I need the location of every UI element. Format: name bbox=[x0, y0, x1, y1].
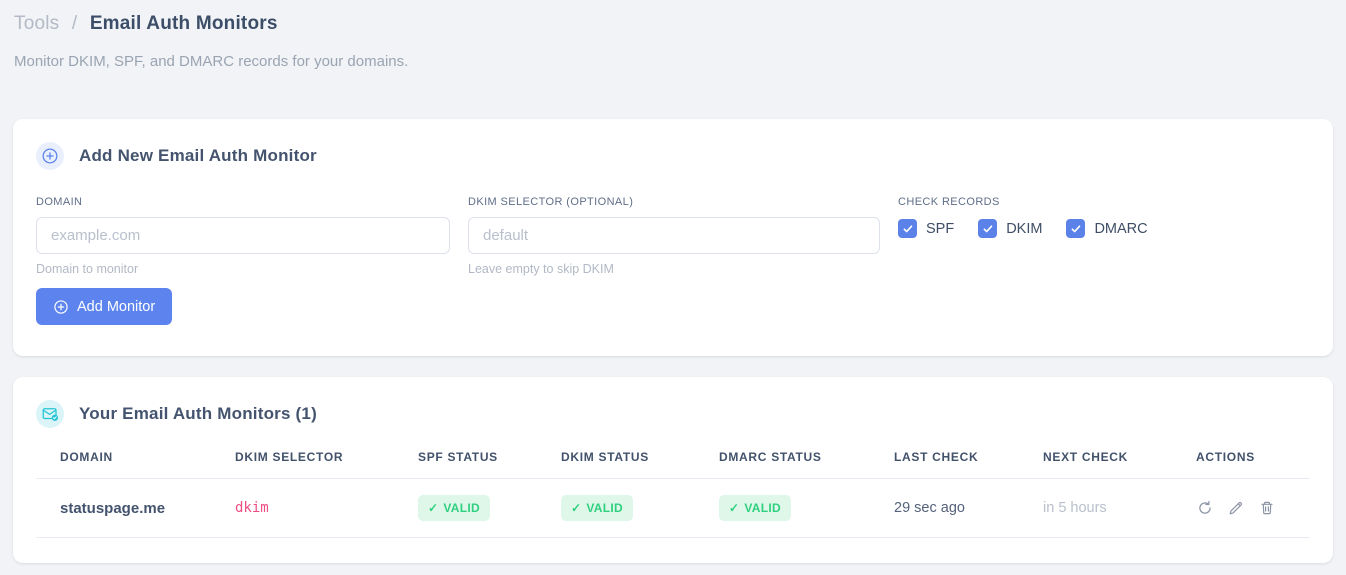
checkbox-dkim-label: DKIM bbox=[1006, 220, 1043, 237]
breadcrumb-separator: / bbox=[71, 13, 78, 34]
checkbox-checked-icon bbox=[978, 219, 998, 238]
column-header-dmarc-status: DMARC STATUS bbox=[719, 446, 894, 479]
column-header-dkim-selector: DKIM SELECTOR bbox=[235, 446, 418, 479]
cell-domain: statuspage.me bbox=[36, 478, 235, 538]
table-header-row: DOMAIN DKIM SELECTOR SPF STATUS DKIM STA… bbox=[36, 446, 1310, 479]
plus-circle-icon bbox=[53, 299, 69, 315]
plus-circle-icon bbox=[36, 142, 64, 170]
monitors-card: Your Email Auth Monitors (1) DOMAIN DKIM… bbox=[13, 377, 1333, 563]
cell-dkim-selector: dkim bbox=[235, 478, 418, 538]
domain-field: DOMAIN Domain to monitor bbox=[36, 196, 450, 276]
monitors-card-title: Your Email Auth Monitors (1) bbox=[79, 404, 317, 423]
checkbox-checked-icon bbox=[898, 219, 917, 238]
domain-label: DOMAIN bbox=[36, 196, 83, 208]
dkim-selector-field: DKIM SELECTOR (OPTIONAL) Leave empty to … bbox=[468, 196, 880, 276]
page-title: Email Auth Monitors bbox=[89, 13, 278, 34]
checkbox-spf-label: SPF bbox=[926, 220, 955, 237]
checkbox-checked-icon bbox=[1066, 219, 1086, 238]
column-header-dkim-status: DKIM STATUS bbox=[561, 446, 719, 479]
checkbox-spf[interactable]: SPF bbox=[898, 219, 954, 238]
add-monitor-button[interactable]: Add Monitor bbox=[36, 288, 173, 325]
breadcrumb: Tools / Email Auth Monitors bbox=[14, 12, 1332, 36]
page-header: Tools / Email Auth Monitors Monitor DKIM… bbox=[0, 0, 1346, 70]
column-header-last-check: LAST CHECK bbox=[894, 446, 1043, 479]
dkim-selector-input[interactable] bbox=[468, 217, 880, 254]
pencil-icon bbox=[1228, 500, 1244, 516]
checkbox-dmarc[interactable]: DMARC bbox=[1066, 219, 1148, 238]
spf-status-text: VALID bbox=[443, 501, 480, 515]
dkim-status-badge: ✓ VALID bbox=[561, 495, 633, 521]
cell-last-check: 29 sec ago bbox=[894, 478, 1043, 538]
cell-dmarc-status: ✓ VALID bbox=[719, 478, 894, 538]
column-header-actions: ACTIONS bbox=[1196, 446, 1310, 479]
delete-button[interactable] bbox=[1258, 499, 1276, 517]
monitors-card-header: Your Email Auth Monitors (1) bbox=[36, 400, 1310, 428]
check-icon: ✓ bbox=[571, 501, 582, 515]
checkbox-dmarc-label: DMARC bbox=[1094, 220, 1148, 237]
column-header-domain: DOMAIN bbox=[36, 446, 235, 479]
domain-helper: Domain to monitor bbox=[36, 262, 139, 276]
trash-icon bbox=[1259, 500, 1275, 516]
dkim-selector-label: DKIM SELECTOR (OPTIONAL) bbox=[468, 196, 634, 208]
refresh-button[interactable] bbox=[1196, 499, 1214, 517]
refresh-icon bbox=[1197, 500, 1213, 516]
add-card-header: Add New Email Auth Monitor bbox=[36, 142, 1310, 170]
checkbox-dkim[interactable]: DKIM bbox=[978, 219, 1042, 238]
cell-next-check: in 5 hours bbox=[1043, 478, 1196, 538]
check-records-row: SPF DKIM DMARC bbox=[898, 219, 1310, 238]
monitors-table: DOMAIN DKIM SELECTOR SPF STATUS DKIM STA… bbox=[36, 446, 1310, 538]
check-records-group: CHECK RECORDS SPF DKIM DMARC bbox=[898, 196, 1310, 276]
spf-status-badge: ✓ VALID bbox=[418, 495, 490, 521]
table-row: statuspage.me dkim ✓ VALID ✓ VALID ✓ VAL… bbox=[36, 478, 1310, 538]
cell-dkim-status: ✓ VALID bbox=[561, 478, 719, 538]
add-monitor-button-label: Add Monitor bbox=[77, 298, 156, 315]
column-header-next-check: NEXT CHECK bbox=[1043, 446, 1196, 479]
check-icon: ✓ bbox=[428, 501, 439, 515]
row-actions bbox=[1196, 499, 1302, 517]
edit-button[interactable] bbox=[1227, 499, 1245, 517]
page-subtitle: Monitor DKIM, SPF, and DMARC records for… bbox=[14, 53, 409, 70]
dkim-status-text: VALID bbox=[586, 501, 623, 515]
add-monitor-card: Add New Email Auth Monitor DOMAIN Domain… bbox=[13, 119, 1333, 356]
domain-input[interactable] bbox=[36, 217, 450, 254]
dmarc-status-badge: ✓ VALID bbox=[719, 495, 791, 521]
add-monitor-form: DOMAIN Domain to monitor DKIM SELECTOR (… bbox=[36, 196, 1310, 276]
dmarc-status-text: VALID bbox=[744, 501, 781, 515]
cell-spf-status: ✓ VALID bbox=[418, 478, 561, 538]
check-records-label: CHECK RECORDS bbox=[898, 196, 1000, 208]
dkim-selector-helper: Leave empty to skip DKIM bbox=[468, 262, 614, 276]
check-icon: ✓ bbox=[729, 501, 740, 515]
envelope-check-icon bbox=[36, 400, 64, 428]
column-header-spf-status: SPF STATUS bbox=[418, 446, 561, 479]
add-card-title: Add New Email Auth Monitor bbox=[79, 146, 317, 165]
breadcrumb-tools-link[interactable]: Tools bbox=[14, 13, 59, 34]
cell-actions bbox=[1196, 478, 1310, 538]
